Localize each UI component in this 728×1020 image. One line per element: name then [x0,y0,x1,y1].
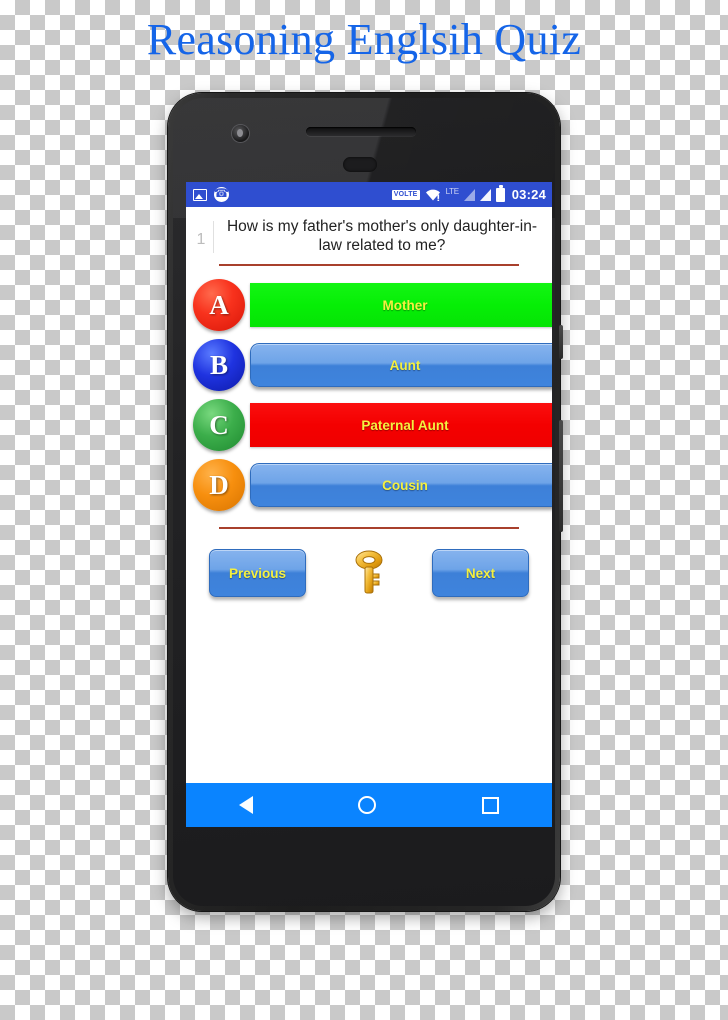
question-number: 1 [196,231,206,248]
option-row-b[interactable]: B Aunt [186,335,552,395]
status-bar: VOLTE LTE 03:24 [186,182,552,207]
wifi-icon [425,188,441,201]
recents-icon[interactable] [482,796,500,814]
front-camera-icon [232,125,249,142]
battery-icon [495,185,505,202]
option-letter-c: C [193,399,245,451]
question-block: 1 How is my father's mother's only daugh… [186,207,552,255]
power-button[interactable] [559,325,563,359]
earpiece-speaker [306,127,416,136]
android-nav-bar [186,783,552,827]
signal-icon [463,188,475,201]
option-button-a[interactable]: Mother [250,283,552,327]
key-icon[interactable] [341,545,397,601]
options-list: A Mother B Aunt C Paternal Aunt D Cousin [186,275,552,515]
question-underline [219,264,519,266]
previous-button[interactable]: Previous [209,549,306,597]
quiz-nav-row: Previous Next [186,529,552,601]
option-button-d[interactable]: Cousin [250,463,552,507]
lte-icon: LTE [445,186,459,196]
phone-icon [214,185,229,202]
status-bar-right: VOLTE LTE 03:24 [391,185,546,202]
quiz-screen: 1 How is my father's mother's only daugh… [186,207,552,827]
image-icon [193,188,207,201]
back-icon[interactable] [238,796,253,814]
option-row-d[interactable]: D Cousin [186,455,552,515]
volume-button[interactable] [559,420,563,532]
page-title: Reasoning Englsih Quiz [146,15,582,64]
option-letter-d: D [193,459,245,511]
option-button-b[interactable]: Aunt [250,343,552,387]
option-letter-b: B [193,339,245,391]
option-letter-a: A [193,279,245,331]
phone-body: VOLTE LTE 03:24 [173,98,555,906]
option-row-a[interactable]: A Mother [186,275,552,335]
question-text: How is my father's mother's only daughte… [226,218,537,254]
option-button-c[interactable]: Paternal Aunt [250,403,552,447]
volte-badge: VOLTE [391,189,420,200]
next-button[interactable]: Next [432,549,529,597]
status-bar-clock: 03:24 [511,187,546,202]
home-icon[interactable] [358,796,377,814]
status-bar-left [193,185,229,202]
phone-device: VOLTE LTE 03:24 [168,93,563,911]
phone-screen: VOLTE LTE 03:24 [186,182,552,827]
option-row-c[interactable]: C Paternal Aunt [186,395,552,455]
signal-icon [479,188,491,201]
proximity-sensor [343,157,377,172]
